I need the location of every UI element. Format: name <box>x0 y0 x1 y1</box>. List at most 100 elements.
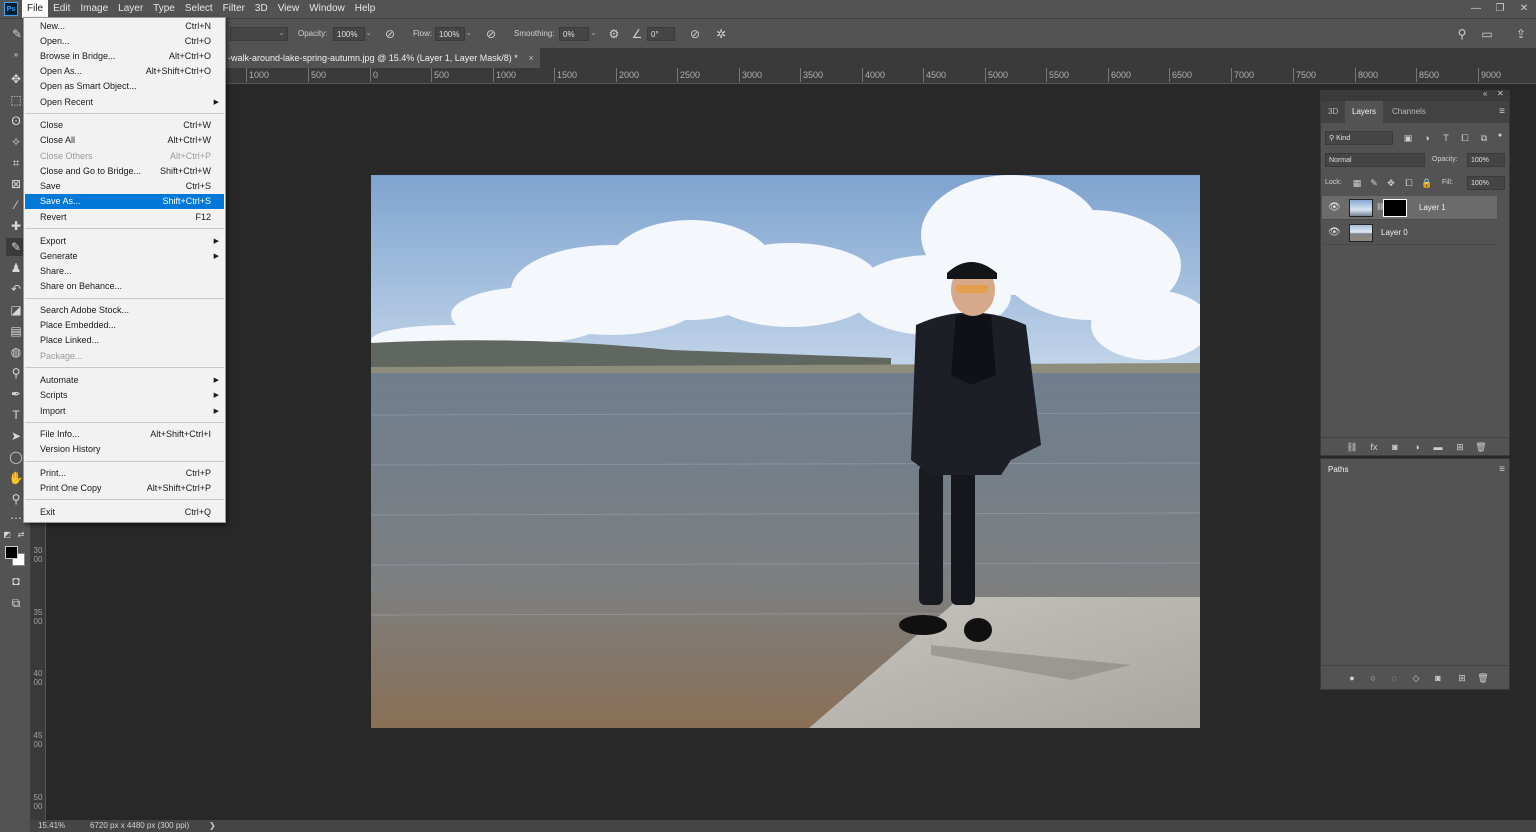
fill-input[interactable]: 100% <box>1467 176 1505 190</box>
layer-name[interactable]: Layer 1 <box>1419 196 1446 220</box>
layer-mask-thumbnail[interactable] <box>1383 199 1407 217</box>
menu-item-place-linked[interactable]: Place Linked... <box>25 333 224 348</box>
add-mask-icon[interactable]: ◙ <box>1388 440 1402 454</box>
menu-item-generate[interactable]: Generate ▶ <box>25 249 224 264</box>
load-selection-icon[interactable]: ◌ <box>1387 671 1401 685</box>
menu-item-close-all[interactable]: Close All Alt+Ctrl+W <box>25 133 224 148</box>
visibility-eye-icon[interactable]: 👁 <box>1328 202 1341 213</box>
menu-window[interactable]: Window <box>304 0 350 18</box>
panel-menu-icon[interactable]: ≡ <box>1499 106 1505 117</box>
link-layers-icon[interactable]: ⛓ <box>1345 440 1359 454</box>
document-tab[interactable]: -walk-around-lake-spring-autumn.jpg @ 15… <box>226 48 540 68</box>
smoothing-dropdown-icon[interactable]: ⌄ <box>588 27 599 41</box>
filter-adjustment-icon[interactable]: ◑ <box>1420 131 1434 145</box>
layer-name[interactable]: Layer 0 <box>1381 221 1408 245</box>
menu-item-revert[interactable]: Revert F12 <box>25 210 224 225</box>
menu-item-browse-in-bridge[interactable]: Browse in Bridge... Alt+Ctrl+O <box>25 49 224 64</box>
menu-file[interactable]: File <box>22 0 49 18</box>
menu-type[interactable]: Type <box>148 0 180 18</box>
menu-item-share-on-behance[interactable]: Share on Behance... <box>25 279 224 294</box>
filter-kind-dropdown[interactable]: ⚲ Kind <box>1325 131 1393 145</box>
menu-item-import[interactable]: Import ▶ <box>25 404 224 419</box>
menu-item-save-as[interactable]: Save As... Shift+Ctrl+S <box>25 194 224 209</box>
restore-button[interactable]: ❐ <box>1488 0 1512 18</box>
pressure-opacity-icon[interactable]: ⊘ <box>381 25 399 43</box>
collapse-panels-icon[interactable]: « <box>1483 89 1487 98</box>
menu-item-print[interactable]: Print... Ctrl+P <box>25 466 224 481</box>
lock-transparency-icon[interactable]: ▦ <box>1350 176 1364 190</box>
pressure-size-icon[interactable]: ⊘ <box>686 25 704 43</box>
lock-artboard-icon[interactable]: ⧠ <box>1402 176 1416 190</box>
menu-item-export[interactable]: Export ▶ <box>25 234 224 249</box>
menu-item-save[interactable]: Save Ctrl+S <box>25 179 224 194</box>
menu-image[interactable]: Image <box>75 0 113 18</box>
filter-pixel-icon[interactable]: ▣ <box>1401 131 1415 145</box>
menu-item-place-embedded[interactable]: Place Embedded... <box>25 318 224 333</box>
menu-item-close[interactable]: Close Ctrl+W <box>25 118 224 133</box>
screen-mode-icon[interactable]: ⧉ <box>6 594 26 612</box>
lock-image-icon[interactable]: ✎ <box>1367 176 1381 190</box>
menu-item-open-recent[interactable]: Open Recent ▶ <box>25 95 224 110</box>
stroke-path-icon[interactable]: ○ <box>1366 671 1380 685</box>
panel-menu-icon[interactable]: ≡ <box>1499 464 1505 475</box>
menu-3d[interactable]: 3D <box>250 0 273 18</box>
new-path-icon[interactable]: ⊞ <box>1455 671 1469 685</box>
opacity-input[interactable]: 100% <box>333 27 365 41</box>
menu-item-search-adobe-stock[interactable]: Search Adobe Stock... <box>25 303 224 318</box>
close-tab-icon[interactable]: × <box>529 48 534 68</box>
gear-icon[interactable]: ⚙ <box>605 25 623 43</box>
filter-type-icon[interactable]: T <box>1439 131 1453 145</box>
tab-layers[interactable]: Layers <box>1345 101 1384 123</box>
layer-row[interactable]: 👁 ⛓ Layer 1 <box>1322 196 1497 220</box>
trash-icon[interactable]: 🗑 <box>1474 440 1488 454</box>
make-work-path-icon[interactable]: ◇ <box>1409 671 1423 685</box>
add-mask-icon[interactable]: ◙ <box>1431 671 1445 685</box>
symmetry-icon[interactable]: ✲ <box>712 25 730 43</box>
visibility-eye-icon[interactable]: 👁 <box>1328 227 1341 238</box>
menu-item-exit[interactable]: Exit Ctrl+Q <box>25 505 224 520</box>
share-icon[interactable]: ⇪ <box>1512 25 1530 43</box>
tab-3d[interactable]: 3D <box>1321 101 1345 123</box>
menu-select[interactable]: Select <box>180 0 218 18</box>
document-image[interactable] <box>371 175 1200 728</box>
foreground-color-swatch[interactable] <box>5 546 18 559</box>
new-group-icon[interactable]: ▬ <box>1431 440 1445 454</box>
menu-filter[interactable]: Filter <box>218 0 250 18</box>
workspace-icon[interactable]: ▭ <box>1478 25 1496 43</box>
swap-colors-icon[interactable]: ⇄ <box>15 526 27 544</box>
quick-mask-icon[interactable]: ◘ <box>6 572 26 590</box>
airbrush-icon[interactable]: ⊘ <box>482 25 500 43</box>
default-colors-icon[interactable]: ◩ <box>1 526 13 544</box>
angle-input[interactable]: 0° <box>647 27 675 41</box>
fx-icon[interactable]: fx <box>1367 440 1381 454</box>
tab-paths[interactable]: Paths <box>1321 459 1356 481</box>
flow-input[interactable]: 100% <box>435 27 465 41</box>
zoom-level[interactable]: 15.41% <box>38 820 65 832</box>
menu-item-new[interactable]: New... Ctrl+N <box>25 19 224 34</box>
menu-view[interactable]: View <box>273 0 305 18</box>
menu-item-version-history[interactable]: Version History <box>25 442 224 457</box>
menu-item-close-and-go-to-bridge[interactable]: Close and Go to Bridge... Shift+Ctrl+W <box>25 164 224 179</box>
filter-toggle-icon[interactable]: ● <box>1493 129 1507 143</box>
trash-icon[interactable]: 🗑 <box>1476 671 1490 685</box>
lock-all-icon[interactable]: 🔒 <box>1420 176 1434 190</box>
horizontal-ruler[interactable]: 1000 500 0 500 1000 1500 2000 2500 3000 … <box>31 68 1536 84</box>
adjustment-layer-icon[interactable]: ◑ <box>1410 440 1424 454</box>
search-icon[interactable]: ⚲ <box>1453 25 1471 43</box>
menu-item-automate[interactable]: Automate ▶ <box>25 373 224 388</box>
fill-path-icon[interactable]: ● <box>1345 671 1359 685</box>
menu-edit[interactable]: Edit <box>48 0 75 18</box>
layer-row[interactable]: 👁 Layer 0 <box>1322 221 1497 245</box>
menu-item-open[interactable]: Open... Ctrl+O <box>25 34 224 49</box>
lock-position-icon[interactable]: ✥ <box>1384 176 1398 190</box>
filter-shape-icon[interactable]: ⧠ <box>1458 131 1472 145</box>
opacity-dropdown-icon[interactable]: ⌄ <box>363 27 374 41</box>
minimize-button[interactable]: — <box>1464 0 1488 18</box>
menu-item-print-one-copy[interactable]: Print One Copy Alt+Shift+Ctrl+P <box>25 481 224 496</box>
close-panels-icon[interactable]: ✕ <box>1497 89 1504 98</box>
layer-opacity-input[interactable]: 100% <box>1467 153 1505 167</box>
menu-item-scripts[interactable]: Scripts ▶ <box>25 388 224 403</box>
tab-channels[interactable]: Channels <box>1385 101 1433 123</box>
blend-mode-dropdown[interactable]: Normal <box>1325 153 1425 167</box>
menu-item-open-as[interactable]: Open As... Alt+Shift+Ctrl+O <box>25 64 224 79</box>
